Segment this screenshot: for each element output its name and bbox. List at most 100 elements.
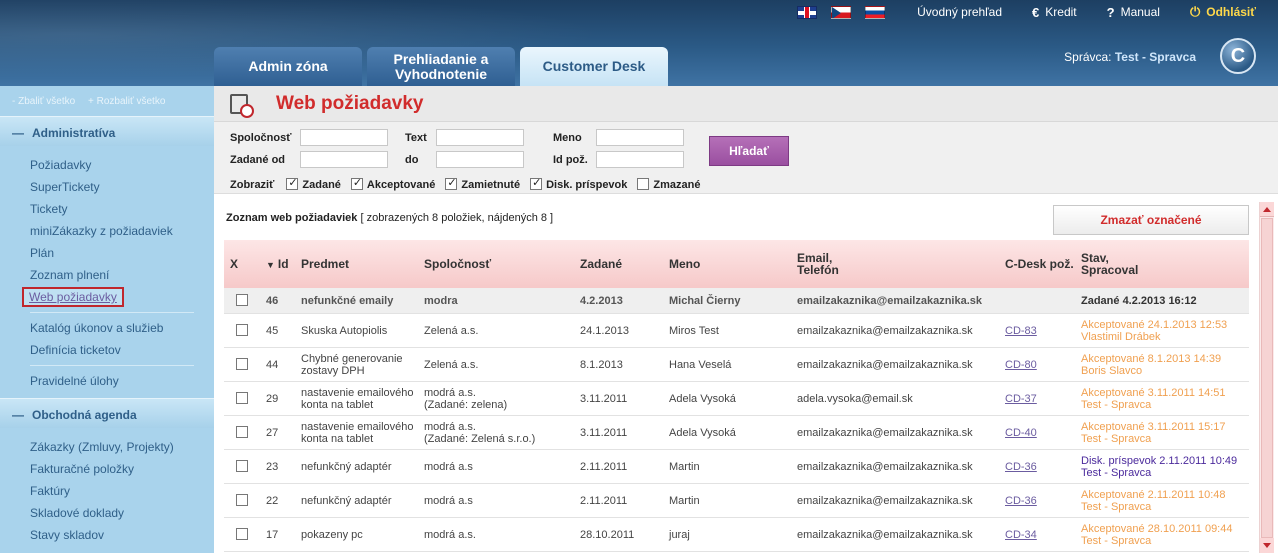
col-company[interactable]: Spoločnosť [418, 258, 574, 270]
row-checkbox[interactable] [236, 324, 248, 336]
show-label: Zobraziť [230, 178, 275, 191]
cdesk-link[interactable]: CD-36 [1005, 461, 1037, 473]
sidebar-item-zoznam-plneni[interactable]: Zoznam plnení [30, 264, 214, 286]
scroll-thumb[interactable] [1261, 218, 1273, 538]
web-request-icon [230, 93, 254, 118]
sidebar-divider [30, 365, 194, 366]
sidebar-divider [30, 312, 194, 313]
delete-selected-button[interactable]: Zmazať označené [1053, 205, 1249, 235]
table-row[interactable]: 44 Chybné generovanie zostavy DPH Zelená… [224, 348, 1249, 382]
row-checkbox[interactable] [236, 460, 248, 472]
sidebar-item-web-poziadavky[interactable]: Web požiadavky [22, 286, 214, 308]
sidebar-item-skladove-doklady[interactable]: Skladové doklady [30, 502, 214, 524]
col-email[interactable]: Email, Telefón [791, 252, 999, 276]
row-checkbox[interactable] [236, 494, 248, 506]
text-label: Text [405, 132, 427, 144]
scroll-up-arrow-icon[interactable] [1260, 202, 1274, 217]
sidebar-item-poziadavky[interactable]: Požiadavky [30, 154, 214, 176]
table-row[interactable]: 17 pokazeny pc modrá a.s. 28.10.2011 jur… [224, 518, 1249, 552]
table-row[interactable]: 46 nefunkčné emaily modra 4.2.2013 Micha… [224, 288, 1249, 314]
show-rejected-option[interactable]: Zamietnuté [445, 176, 520, 191]
cdesk-link[interactable]: CD-37 [1005, 393, 1037, 405]
row-checkbox[interactable] [236, 528, 248, 540]
sidebar-item-stavy-skladov[interactable]: Stavy skladov [30, 524, 214, 546]
cdesk-link[interactable]: CD-36 [1005, 495, 1037, 507]
show-discussion-option[interactable]: Disk. príspevok [530, 176, 627, 191]
cz-flag-icon[interactable] [831, 5, 852, 19]
entered-to-input[interactable] [436, 151, 524, 168]
name-label: Meno [553, 132, 582, 144]
show-deleted-option[interactable]: Zmazané [637, 178, 700, 191]
sidebar-item-katalog[interactable]: Katalóg úkonov a služieb [30, 317, 214, 339]
company-input[interactable] [300, 129, 388, 146]
list-header: Zoznam web požiadaviek [ zobrazených 8 p… [214, 196, 1278, 238]
row-checkbox[interactable] [236, 294, 248, 306]
col-name[interactable]: Meno [663, 258, 791, 270]
cdesk-link[interactable]: CD-34 [1005, 529, 1037, 541]
filter-panel: Spoločnosť Text Meno Zadané od do Id pož… [214, 122, 1278, 194]
table-row[interactable]: 45 Skuska Autopiolis Zelená a.s. 24.1.20… [224, 314, 1249, 348]
row-checkbox[interactable] [236, 426, 248, 438]
table-row[interactable]: 29 nastavenie emailového konta na tablet… [224, 382, 1249, 416]
row-checkbox[interactable] [236, 358, 248, 370]
table-row[interactable]: 22 nefunkčný adaptér modrá a.s 2.11.2011… [224, 484, 1249, 518]
checkbox-unchecked[interactable] [637, 178, 650, 190]
checkbox-checked[interactable] [286, 176, 299, 190]
col-select: X [230, 257, 239, 271]
entered-from-input[interactable] [300, 151, 388, 168]
sidebar-section-obchodna-agenda[interactable]: — Obchodná agenda [0, 398, 214, 428]
cdesk-link[interactable]: CD-80 [1005, 359, 1037, 371]
name-input[interactable] [596, 129, 684, 146]
uk-flag-icon[interactable] [797, 5, 818, 19]
req-id-input[interactable] [596, 151, 684, 168]
tab-review-evaluation[interactable]: Prehliadanie a Vyhodnotenie [367, 47, 515, 86]
col-subject[interactable]: Predmet [295, 258, 418, 270]
sort-down-icon: ▼ [266, 259, 275, 270]
page-title-bar: Web požiadavky [214, 86, 1278, 122]
sidebar-item-fakturacne-polozky[interactable]: Fakturačné položky [30, 458, 214, 480]
checkbox-checked[interactable] [350, 176, 363, 190]
sidebar-list-administrativa: Požiadavky SuperTickety Tickety miniZáka… [0, 146, 214, 398]
company-label: Spoločnosť [230, 132, 292, 144]
tab-customer-desk[interactable]: Customer Desk [520, 47, 668, 86]
table-row[interactable]: 27 nastavenie emailového konta na tablet… [224, 416, 1249, 450]
text-input[interactable] [436, 129, 524, 146]
sidebar-section-administrativa[interactable]: — Administratíva [0, 116, 214, 146]
table-row[interactable]: 23 nefunkčný adaptér modrá a.s 2.11.2011… [224, 450, 1249, 484]
sidebar-item-plan[interactable]: Plán [30, 242, 214, 264]
col-id[interactable]: ▼ Id [260, 258, 295, 271]
collapse-all-link[interactable]: - Zbaliť všetko [12, 96, 75, 107]
sidebar-item-pravidelne-ulohy[interactable]: Pravidelné úlohy [30, 370, 214, 392]
sidebar-item-definicia-ticketov[interactable]: Definícia ticketov [30, 339, 214, 361]
col-status[interactable]: Stav, Spracoval [1075, 252, 1249, 276]
sidebar: - Zbaliť všetko + Rozbaliť všetko — Admin… [0, 86, 214, 553]
sidebar-item-zakazky[interactable]: Zákazky (Zmluvy, Projekty) [30, 436, 214, 458]
sidebar-item-supertickety[interactable]: SuperTickety [30, 176, 214, 198]
row-checkbox[interactable] [236, 392, 248, 404]
checkbox-checked[interactable] [530, 176, 543, 190]
search-button[interactable]: Hľadať [709, 136, 789, 166]
checkbox-checked[interactable] [445, 176, 458, 190]
credit-link[interactable]: € Kredit [1032, 5, 1077, 20]
minus-icon: — [12, 126, 24, 140]
admin-info: Správca: Test - Spravca [1064, 50, 1196, 64]
tab-admin-zone[interactable]: Admin zóna [214, 47, 362, 86]
sidebar-item-faktury[interactable]: Faktúry [30, 480, 214, 502]
manual-link[interactable]: ? Manual [1107, 5, 1160, 20]
col-entered[interactable]: Zadané [574, 258, 663, 270]
sidebar-item-tickety[interactable]: Tickety [30, 198, 214, 220]
logout-link[interactable]: ⏻ Odhlásiť [1190, 4, 1256, 20]
page-title: Web požiadavky [276, 92, 424, 114]
vertical-scrollbar[interactable] [1259, 202, 1274, 553]
sidebar-item-minizakazky[interactable]: miniZákazky z požiadaviek [30, 220, 214, 242]
col-cdesk[interactable]: C-Desk pož. [999, 258, 1075, 270]
sk-flag-icon[interactable] [865, 5, 886, 19]
cdesk-link[interactable]: CD-83 [1005, 325, 1037, 337]
expand-all-link[interactable]: + Rozbaliť všetko [88, 96, 165, 107]
scroll-down-arrow-icon[interactable] [1260, 538, 1274, 553]
show-entered-option[interactable]: Zadané [286, 176, 341, 191]
euro-icon: € [1032, 4, 1040, 20]
show-accepted-option[interactable]: Akceptované [350, 176, 435, 191]
overview-link[interactable]: Úvodný prehľad [917, 5, 1002, 19]
cdesk-link[interactable]: CD-40 [1005, 427, 1037, 439]
